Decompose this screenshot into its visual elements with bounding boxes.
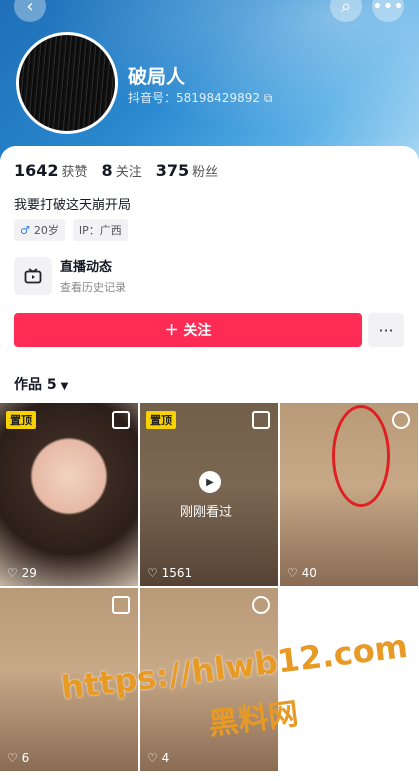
live-history[interactable]: 直播动态 查看历史记录 <box>14 256 126 295</box>
chevron-left-icon: ‹ <box>26 0 34 17</box>
like-count: ♡ 40 <box>287 566 317 580</box>
gallery-icon <box>252 411 270 429</box>
live-title: 直播动态 <box>60 260 113 275</box>
annotation-circle <box>332 405 390 507</box>
profile-uid[interactable]: 抖音号：58198429892 ⧉ <box>128 89 272 106</box>
like-count: ♡ 1561 <box>147 566 193 580</box>
like-count: ♡ 6 <box>7 751 30 765</box>
follow-button[interactable]: ＋ 关注 <box>14 313 362 347</box>
avatar[interactable] <box>16 32 118 134</box>
gallery-icon <box>112 411 130 429</box>
stat-followers[interactable]: 375 粉丝 <box>156 161 218 180</box>
stats-row: 1642 获赞 8 关注 375 粉丝 <box>14 161 218 180</box>
caret-down-icon: ▼ <box>60 381 69 392</box>
video-tile[interactable]: ♡ 40 <box>280 403 418 586</box>
video-tile[interactable]: 置顶 ♡ 29 <box>0 403 138 586</box>
recently-viewed-label: 刚刚看过 <box>180 505 233 520</box>
copy-icon[interactable]: ⧉ <box>264 91 273 105</box>
ip-tag: IP：广西 <box>72 219 128 241</box>
profile-name: 破局人 <box>128 66 186 88</box>
search-icon: ⌕ <box>340 0 352 17</box>
pinned-badge: 置顶 <box>6 411 36 429</box>
live-photo-icon <box>252 596 270 614</box>
stat-likes[interactable]: 1642 获赞 <box>14 161 88 180</box>
more-actions-button[interactable]: ··· <box>368 313 404 347</box>
viewed-overlay <box>140 403 278 586</box>
like-count: ♡ 29 <box>7 566 37 580</box>
works-tab[interactable]: 作品 5 ▼ <box>14 374 68 394</box>
age-tag: ♂ 20岁 <box>14 219 65 241</box>
live-photo-icon <box>392 411 410 429</box>
bio: 我要打破这天崩开局 <box>14 198 132 213</box>
pinned-badge: 置顶 <box>146 411 176 429</box>
live-subtitle: 查看历史记录 <box>60 281 126 294</box>
gallery-icon <box>112 596 130 614</box>
stat-following[interactable]: 8 关注 <box>102 161 142 180</box>
more-icon: ••• <box>372 0 404 17</box>
video-tile[interactable]: 置顶 ▶ 刚刚看过 ♡ 1561 <box>140 403 278 586</box>
like-count: ♡ 4 <box>147 751 170 765</box>
play-icon: ▶ <box>199 471 221 493</box>
tv-icon <box>14 256 52 295</box>
male-icon: ♂ <box>20 224 30 237</box>
tags-row: ♂ 20岁 IP：广西 <box>14 219 128 241</box>
